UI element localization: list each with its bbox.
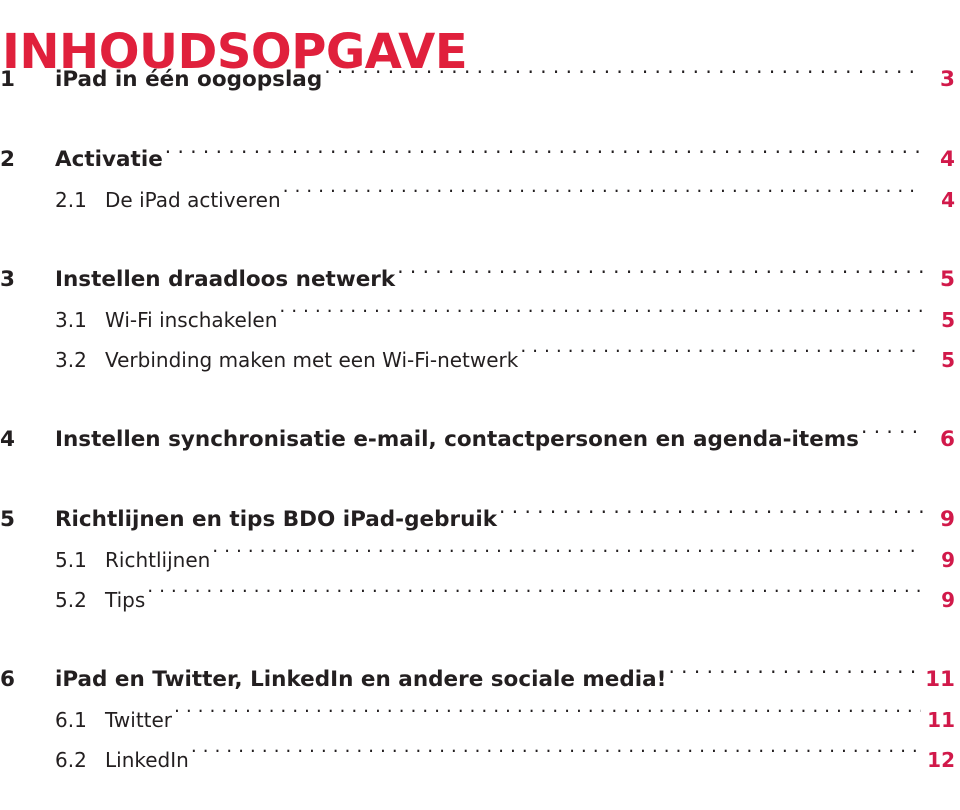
toc-entry-label: Instellen synchronisatie e-mail, contact… xyxy=(55,427,859,452)
toc-entry-label: Wi-Fi inschakelen xyxy=(105,308,278,332)
toc-entry-label: Tips xyxy=(105,588,146,612)
toc-entry-page-number: 9 xyxy=(941,548,955,572)
toc-entry[interactable]: 1 iPad in één oogopslag 3 xyxy=(0,60,955,100)
toc-entry-label: De iPad activeren xyxy=(105,188,281,212)
toc-entry[interactable]: 4 Instellen synchronisatie e-mail, contac… xyxy=(0,420,955,460)
dot-leader xyxy=(279,307,923,327)
toc-entry[interactable]: 5 Richtlijnen en tips BDO iPad-gebruik 9 xyxy=(0,500,955,540)
toc-entry-page-number: 4 xyxy=(941,188,955,212)
toc-entry[interactable]: 6.1 Twitter 11 xyxy=(0,700,955,740)
toc-entry-number: 2 xyxy=(0,147,15,172)
toc-entry[interactable]: 2.1 De iPad activeren 4 xyxy=(0,180,955,220)
toc-entry-page-number: 11 xyxy=(925,667,955,692)
toc-entry-label: iPad in één oogopslag xyxy=(55,67,323,92)
toc-entry-page-number: 9 xyxy=(940,507,955,532)
toc-entry-label: Instellen draadloos netwerk xyxy=(55,267,396,292)
toc-entry-number: 6 xyxy=(0,667,15,692)
toc-entry-label: Activatie xyxy=(55,147,163,172)
toc-entry-number: 5.2 xyxy=(55,588,87,612)
toc-entry[interactable]: 2 Activatie 4 xyxy=(0,140,955,180)
dot-leader xyxy=(165,145,923,167)
toc-group-spacer xyxy=(0,100,960,140)
toc-entry-number: 3.2 xyxy=(55,348,87,372)
toc-entry-number: 4 xyxy=(0,427,15,452)
toc-entry-label: Richtlijnen en tips BDO iPad-gebruik xyxy=(55,507,498,532)
toc-entry-label: iPad en Twitter, LinkedIn en andere soci… xyxy=(55,667,667,692)
toc-entry[interactable]: 3.1 Wi-Fi inschakelen 5 xyxy=(0,300,955,340)
toc-entry-number: 2.1 xyxy=(55,188,87,212)
dot-leader xyxy=(283,187,923,207)
toc-group-spacer xyxy=(0,220,960,260)
toc-entry-page-number: 5 xyxy=(940,267,955,292)
dot-leader xyxy=(499,505,923,527)
toc-entry-page-number: 11 xyxy=(927,708,955,732)
dot-leader xyxy=(212,547,923,567)
dot-leader xyxy=(191,747,921,767)
toc-entry-number: 1 xyxy=(0,67,15,92)
toc-entry-label: LinkedIn xyxy=(105,748,189,772)
toc-entry[interactable]: 6 iPad en Twitter, LinkedIn en andere soc… xyxy=(0,660,955,700)
toc-entry-page-number: 6 xyxy=(940,427,955,452)
toc-group-spacer xyxy=(0,460,960,500)
dot-leader xyxy=(861,425,923,447)
toc-entry-number: 3 xyxy=(0,267,15,292)
toc-entry-list: 1 iPad in één oogopslag 3 2 Activatie 4 2.1 De … xyxy=(0,60,960,780)
toc-entry[interactable]: 3.2 Verbinding maken met een Wi-Fi-netwer… xyxy=(0,340,955,380)
toc-entry[interactable]: 5.1 Richtlijnen 9 xyxy=(0,540,955,580)
toc-entry[interactable]: 6.2 LinkedIn 12 xyxy=(0,740,955,780)
dot-leader xyxy=(397,265,923,287)
toc-entry-page-number: 5 xyxy=(941,348,955,372)
toc-group-spacer xyxy=(0,380,960,420)
toc-entry-page-number: 4 xyxy=(940,147,955,172)
toc-entry-page-number: 5 xyxy=(941,308,955,332)
toc-entry-label: Richtlijnen xyxy=(105,548,211,572)
toc-entry-page-number: 3 xyxy=(940,67,955,92)
dot-leader xyxy=(147,587,923,607)
toc-entry-page-number: 12 xyxy=(927,748,955,772)
toc-page: INHOUDSOPGAVE 1iPad in één oogopslag32Ac… xyxy=(0,0,960,810)
toc-entry-number: 5 xyxy=(0,507,15,532)
toc-entry-number: 3.1 xyxy=(55,308,87,332)
dot-leader xyxy=(174,707,921,727)
dot-leader xyxy=(668,665,919,687)
toc-entry-label: Verbinding maken met een Wi-Fi-netwerk xyxy=(105,348,519,372)
toc-entry[interactable]: 3 Instellen draadloos netwerk 5 xyxy=(0,260,955,300)
toc-entry[interactable]: 5.2 Tips 9 xyxy=(0,580,955,620)
dot-leader xyxy=(520,347,923,367)
toc-entry-page-number: 9 xyxy=(941,588,955,612)
toc-entry-number: 5.1 xyxy=(55,548,87,572)
toc-group-spacer xyxy=(0,620,960,660)
toc-entry-number: 6.2 xyxy=(55,748,87,772)
toc-entry-number: 6.1 xyxy=(55,708,87,732)
toc-entry-label: Twitter xyxy=(105,708,173,732)
dot-leader xyxy=(324,65,923,87)
